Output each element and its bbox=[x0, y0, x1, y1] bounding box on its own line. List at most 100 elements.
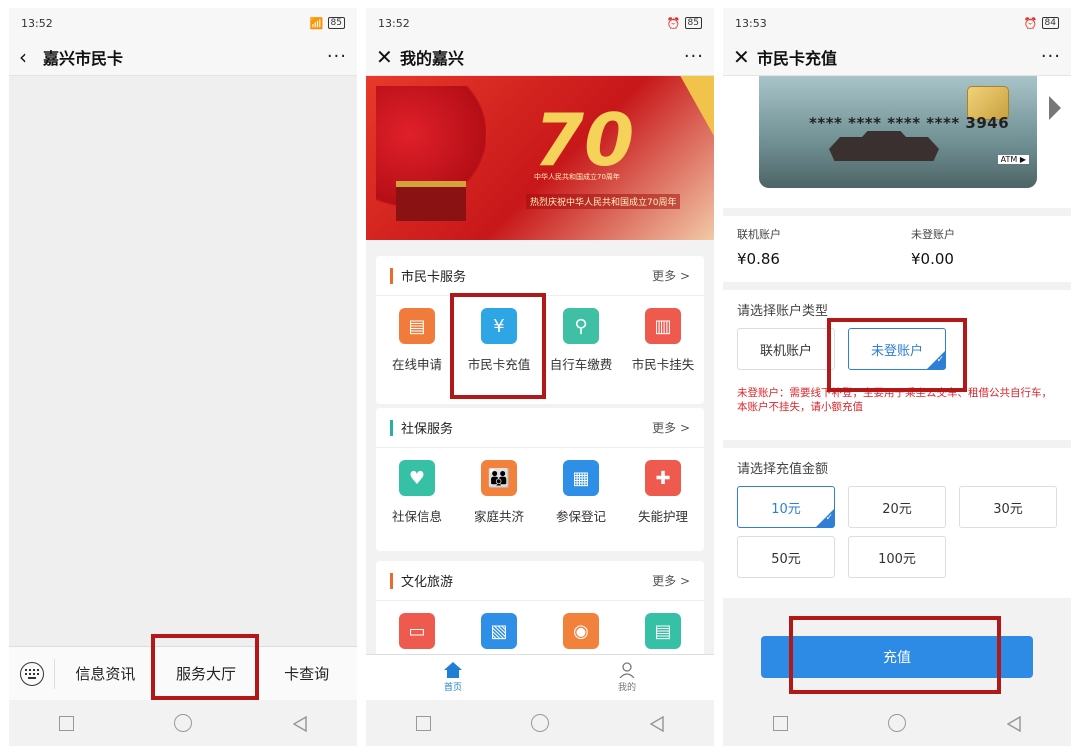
amount-section: 请选择充值金额 10元 20元 30元 50元 100元 bbox=[723, 448, 1071, 598]
status-time: 13:52 bbox=[378, 16, 410, 30]
status-icons: ⏰ 85 bbox=[667, 17, 702, 30]
amount-option-50[interactable]: 50元 bbox=[737, 536, 835, 578]
status-bar: 13:53 ⏰ 84 bbox=[723, 8, 1071, 38]
back-icon[interactable]: ‹ bbox=[19, 45, 43, 69]
menu-item-news[interactable]: 信息资讯 bbox=[55, 663, 156, 684]
keyboard-icon bbox=[19, 661, 44, 686]
page-title: 嘉兴市民卡 bbox=[43, 48, 124, 68]
more-icon[interactable]: ··· bbox=[327, 46, 347, 67]
battery-icon: 85 bbox=[684, 17, 702, 29]
balance-label: 联机账户 bbox=[737, 228, 781, 241]
amount-option-30[interactable]: 30元 bbox=[959, 486, 1057, 528]
close-icon[interactable]: ✕ bbox=[376, 45, 400, 69]
back-button[interactable] bbox=[649, 716, 664, 732]
banner-slogan: 热烈庆祝中华人民共和国成立70周年 bbox=[526, 194, 681, 209]
page-title: 我的嘉兴 bbox=[400, 48, 465, 68]
account-option-online[interactable]: 联机账户 bbox=[737, 328, 835, 370]
section-accent-bar bbox=[390, 267, 393, 284]
balance-online: 联机账户 ¥0.86 bbox=[723, 216, 897, 282]
ticket-icon: ▭ bbox=[399, 613, 435, 649]
service-label: 家庭共济 bbox=[473, 509, 524, 524]
amount-option-10[interactable]: 10元 bbox=[737, 486, 835, 528]
service-icons-row: ▭ ▧ ◉ ▤ bbox=[376, 601, 704, 657]
more-icon[interactable]: ··· bbox=[684, 46, 704, 67]
highlight-box-service-hall bbox=[151, 634, 259, 700]
service-label: 参保登记 bbox=[555, 509, 606, 524]
battery-icon: 84 bbox=[1041, 17, 1059, 29]
card-number: **** **** **** **** 3946 bbox=[809, 114, 1010, 132]
heart-hand-icon: ♥ bbox=[399, 460, 435, 496]
section-title: 市民卡服务 bbox=[401, 270, 467, 285]
back-button[interactable] bbox=[1006, 716, 1021, 732]
more-link[interactable]: 更多 > bbox=[652, 267, 690, 284]
service-label: 自行车缴费 bbox=[549, 357, 613, 372]
amount-option-100[interactable]: 100元 bbox=[848, 536, 946, 578]
banner-number: 70 bbox=[534, 98, 635, 182]
service-social-info[interactable]: ♥ 社保信息 bbox=[376, 460, 458, 525]
service-location[interactable]: ◉ bbox=[540, 613, 622, 649]
more-icon[interactable]: ··· bbox=[1041, 46, 1061, 67]
more-link[interactable]: 更多 > bbox=[652, 419, 690, 436]
section-title: 请选择账户类型 bbox=[737, 304, 829, 319]
section-accent-bar bbox=[390, 572, 393, 589]
service-book[interactable]: ▤ bbox=[622, 613, 704, 649]
service-map[interactable]: ▧ bbox=[458, 613, 540, 649]
back-button[interactable] bbox=[292, 716, 307, 732]
section-card-culture-tourism: 文化旅游 更多 > ▭ ▧ ◉ ▤ bbox=[376, 561, 704, 661]
highlight-box-unregistered bbox=[827, 318, 967, 392]
recent-apps-button[interactable] bbox=[773, 715, 789, 731]
keyboard-toggle[interactable] bbox=[9, 658, 55, 689]
tab-mine[interactable]: 我的 bbox=[540, 655, 714, 700]
status-icons: 📶 85 bbox=[310, 17, 345, 30]
anniversary-banner[interactable]: 70 中华人民共和国成立70周年 热烈庆祝中华人民共和国成立70周年 bbox=[366, 76, 714, 240]
section-header: 市民卡服务 更多 > bbox=[376, 256, 704, 296]
ship-graphic bbox=[829, 131, 939, 161]
recent-apps-button[interactable] bbox=[59, 715, 75, 731]
title-bar: ✕ 市民卡充值 ··· bbox=[723, 38, 1071, 76]
service-card-lost[interactable]: ▥ 市民卡挂失 bbox=[622, 308, 704, 373]
home-button[interactable] bbox=[174, 714, 193, 732]
option-label: 10元 bbox=[771, 501, 801, 517]
tab-home[interactable]: 首页 bbox=[366, 655, 540, 700]
section-accent-bar bbox=[390, 419, 393, 436]
service-disability-care[interactable]: ✚ 失能护理 bbox=[622, 460, 704, 525]
banner-subtitle: 中华人民共和国成立70周年 bbox=[534, 173, 620, 181]
card-lost-icon: ▥ bbox=[645, 308, 681, 344]
service-label: 在线申请 bbox=[391, 357, 442, 372]
nurse-icon: ✚ bbox=[645, 460, 681, 496]
phone-screen-jiaxing-card: 13:52 📶 85 ‹ 嘉兴市民卡 ··· 信息资讯 服务大厅 卡查询 bbox=[9, 8, 357, 746]
ribbon-graphic bbox=[680, 76, 714, 136]
service-insurance-register[interactable]: ▦ 参保登记 bbox=[540, 460, 622, 525]
amount-option-20[interactable]: 20元 bbox=[848, 486, 946, 528]
close-icon[interactable]: ✕ bbox=[733, 45, 757, 69]
home-button[interactable] bbox=[531, 714, 550, 732]
signal-icon: 📶 bbox=[309, 16, 324, 30]
status-time: 13:52 bbox=[21, 16, 53, 30]
tab-bar: 首页 我的 bbox=[366, 654, 714, 700]
section-header: 文化旅游 更多 > bbox=[376, 561, 704, 601]
balance-value: ¥0.86 bbox=[737, 250, 780, 268]
person-icon bbox=[619, 662, 635, 678]
home-button[interactable] bbox=[888, 714, 907, 732]
service-bicycle-fee[interactable]: ⚲ 自行车缴费 bbox=[540, 308, 622, 373]
tab-label: 首页 bbox=[443, 683, 462, 693]
alarm-icon: ⏰ bbox=[666, 16, 681, 30]
recent-apps-button[interactable] bbox=[416, 715, 432, 731]
service-ticket[interactable]: ▭ bbox=[376, 613, 458, 649]
service-icons-row: ♥ 社保信息 👪 家庭共济 ▦ 参保登记 ✚ 失能护理 bbox=[376, 448, 704, 533]
more-link[interactable]: 更多 > bbox=[652, 572, 690, 589]
battery-icon: 85 bbox=[327, 17, 345, 29]
account-balances: 联机账户 ¥0.86 未登账户 ¥0.00 bbox=[723, 216, 1071, 282]
map-icon: ▧ bbox=[481, 613, 517, 649]
status-icons: ⏰ 84 bbox=[1024, 17, 1059, 30]
balance-value: ¥0.00 bbox=[911, 250, 954, 268]
next-card-chevron[interactable] bbox=[1049, 96, 1061, 120]
system-nav-bar bbox=[723, 700, 1071, 746]
section-title: 请选择充值金额 bbox=[737, 462, 829, 477]
service-label: 社保信息 bbox=[391, 509, 442, 524]
service-family-mutual[interactable]: 👪 家庭共济 bbox=[458, 460, 540, 525]
menu-item-card-query[interactable]: 卡查询 bbox=[256, 663, 357, 684]
service-online-apply[interactable]: ▤ 在线申请 bbox=[376, 308, 458, 373]
section-title: 社保服务 bbox=[401, 422, 454, 437]
family-icon: 👪 bbox=[481, 460, 517, 496]
